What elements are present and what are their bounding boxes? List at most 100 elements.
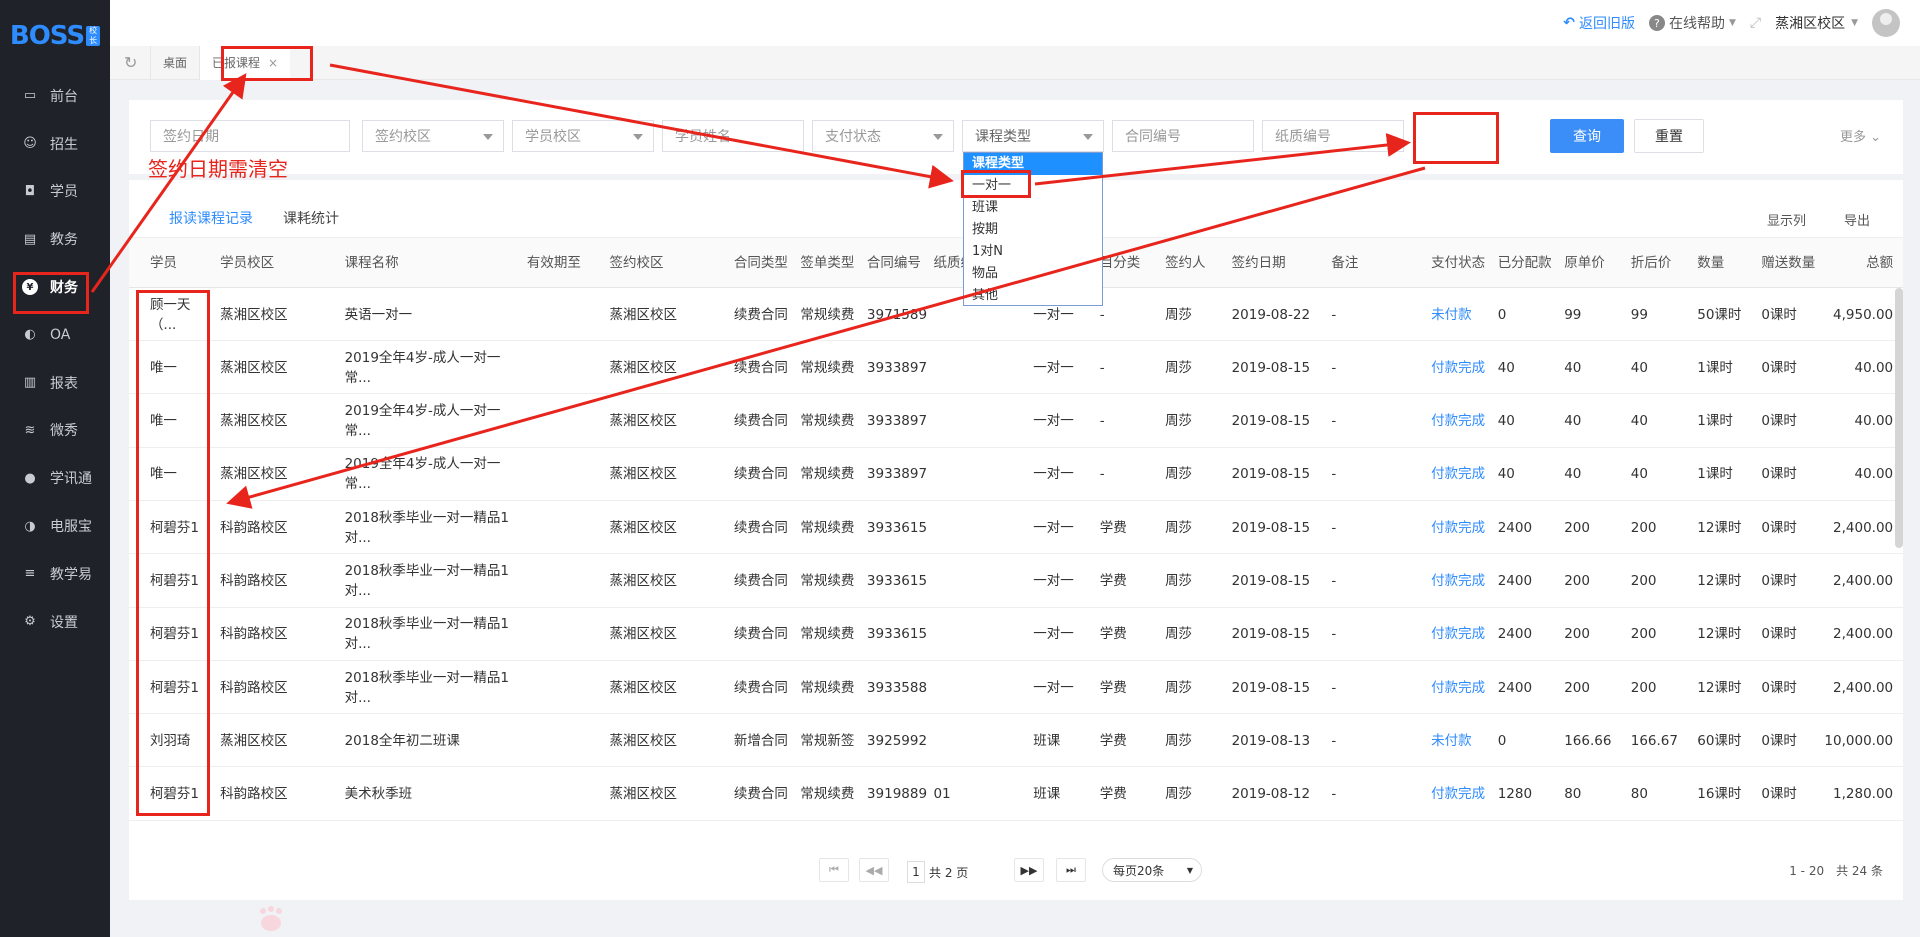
column-header[interactable]: 原单价	[1564, 238, 1626, 288]
table-row[interactable]: 唯一 蒸湘区校区 2019全年4岁-成人一对一常... 蒸湘区校区 续费合同 常规续费 39…	[129, 448, 1903, 501]
table-cell: 2019-08-15	[1231, 519, 1311, 536]
online-help-menu[interactable]: ? 在线帮助 ▼	[1648, 13, 1736, 33]
column-header[interactable]: 总额	[1829, 238, 1893, 288]
reset-button[interactable]: 重置	[1634, 119, 1704, 153]
sidebar-item-6[interactable]: ▥ 报表	[0, 359, 110, 407]
export-button[interactable]: 导出	[1844, 210, 1870, 229]
table-row[interactable]: 唯一 蒸湘区校区 2019全年4岁-成人一对一常... 蒸湘区校区 续费合同 常规续费 39…	[129, 341, 1903, 395]
column-header[interactable]: 合同类型	[734, 238, 796, 288]
tab-desktop[interactable]: 桌面	[150, 45, 199, 80]
table-row[interactable]: 柯碧芬1 科韵路校区 美术秋季班 蒸湘区校区 续费合同 常规续费 3919889 01 班课 学费…	[129, 768, 1903, 821]
table-row[interactable]: 柯碧芬1 科韵路校区 2018秋季毕业一对一精品1对... 蒸湘区校区 续费合同 常规续费…	[129, 661, 1903, 715]
sign-campus-select[interactable]: 签约校区	[362, 120, 504, 152]
table-cell: -	[1099, 466, 1105, 483]
campus-switcher[interactable]: 蒸湘区校区 ▼	[1775, 13, 1858, 33]
table-cell: 一对一	[1033, 519, 1074, 536]
more-filters-toggle[interactable]: 更多 ⌄	[1840, 126, 1881, 145]
sidebar-item-0[interactable]: ▭ 前台	[0, 72, 110, 120]
table-cell: 2019-08-15	[1231, 626, 1311, 643]
table-row[interactable]: 柯碧芬1 科韵路校区 2018秋季毕业一对一精品1对... 蒸湘区校区 续费合同 常规续费…	[129, 555, 1903, 608]
refresh-icon[interactable]: ↻	[124, 53, 150, 72]
back-to-old-version-link[interactable]: ↶ 返回旧版	[1563, 13, 1635, 33]
paper-no-input[interactable]: 纸质编号	[1262, 120, 1404, 152]
table-cell[interactable]: 未付款	[1431, 714, 1493, 767]
column-header[interactable]: 课程名称	[345, 238, 517, 288]
table-cell: 3933897	[866, 413, 928, 430]
query-button[interactable]: 查询	[1550, 119, 1624, 153]
sidebar-item-9[interactable]: ◑ 电服宝	[0, 502, 110, 550]
table-cell[interactable]: 付款完成	[1431, 608, 1493, 661]
fullscreen-icon[interactable]: ⤢	[1750, 15, 1761, 31]
sidebar-item-8[interactable]: ● 学讯通	[0, 454, 110, 502]
sidebar-item-11[interactable]: ⚙ 设置	[0, 598, 110, 646]
table-row[interactable]: 柯碧芬1 科韵路校区 2018秋季毕业一对一精品1对... 蒸湘区校区 续费合同 常规续费…	[129, 501, 1903, 555]
annotation-box-finance	[13, 272, 89, 314]
column-header[interactable]: 数量	[1697, 238, 1765, 288]
table-row[interactable]: 刘羽琦 蒸湘区校区 2018全年初二班课 蒸湘区校区 新增合同 常规新签 3925992 班课…	[129, 714, 1903, 768]
sidebar-item-1[interactable]: ☺ 招生	[0, 120, 110, 168]
sidebar-item-label: 设置	[50, 614, 78, 631]
vertical-scrollbar[interactable]	[1895, 288, 1903, 548]
dropdown-option[interactable]: 其他	[964, 285, 1102, 307]
table-cell[interactable]: 付款完成	[1431, 661, 1493, 714]
page-input[interactable]: 1	[907, 861, 925, 883]
avatar[interactable]	[1872, 9, 1900, 37]
table-cell: 班课	[1033, 732, 1061, 749]
table-cell: 常规续费	[800, 573, 855, 589]
column-header[interactable]: 备注	[1331, 238, 1393, 288]
table-cell[interactable]: 付款完成	[1431, 768, 1493, 821]
sidebar-item-label: 招生	[50, 136, 78, 153]
sidebar-item-10[interactable]: ≡ 教学易	[0, 550, 110, 598]
table-cell[interactable]: 付款完成	[1431, 448, 1493, 501]
sidebar-item-7[interactable]: ≋ 微秀	[0, 407, 110, 455]
table-row[interactable]: 柯碧芬1 科韵路校区 2018秋季毕业一对一精品1对... 蒸湘区校区 续费合同 常规续费…	[129, 608, 1903, 661]
next-page-icon[interactable]: ▶▶	[1014, 858, 1044, 882]
prev-page-icon[interactable]: ◀◀	[859, 858, 889, 882]
last-page-icon[interactable]: ⏭	[1056, 858, 1086, 882]
table-cell[interactable]: 付款完成	[1431, 555, 1493, 608]
tab-consumption-stats[interactable]: 课耗统计	[283, 208, 339, 228]
student-name-input[interactable]: 学员姓名	[662, 120, 804, 152]
dropdown-option[interactable]: 物品	[964, 263, 1102, 285]
table-cell[interactable]: 付款完成	[1431, 395, 1493, 448]
dropdown-option[interactable]: 班课	[964, 197, 1102, 219]
column-header[interactable]: 学员	[150, 238, 212, 288]
column-header[interactable]: 已分配款	[1498, 238, 1557, 288]
column-header[interactable]: 合同编号	[867, 238, 929, 288]
table-cell[interactable]: 付款完成	[1431, 501, 1493, 554]
course-type-select[interactable]: 课程类型	[962, 120, 1104, 152]
column-header[interactable]: 赠送数量	[1761, 238, 1829, 288]
column-header[interactable]: 目分类	[1100, 238, 1155, 288]
table-row[interactable]: 唯一 蒸湘区校区 2019全年4岁-成人一对一常... 蒸湘区校区 续费合同 常规续费 39…	[129, 395, 1903, 448]
dropdown-option[interactable]: 按期	[964, 219, 1102, 241]
sidebar-item-3[interactable]: ▤ 教务	[0, 215, 110, 263]
column-header[interactable]: 学员校区	[220, 238, 337, 288]
column-header[interactable]: 签约校区	[609, 238, 732, 288]
column-header[interactable]: 签单类型	[800, 238, 862, 288]
caret-down-icon: ▼	[1728, 18, 1736, 28]
table-cell[interactable]: 付款完成	[1431, 341, 1493, 394]
first-page-icon[interactable]: ⏮	[819, 858, 849, 882]
table-cell: 1280	[1497, 786, 1533, 803]
column-header[interactable]: 签约日期	[1232, 238, 1331, 288]
column-header[interactable]: 折后价	[1631, 238, 1693, 288]
table-cell: 40	[1497, 359, 1515, 376]
tab-enrollment-records[interactable]: 报读课程记录	[167, 208, 255, 243]
column-header[interactable]: 支付状态	[1431, 238, 1493, 288]
student-campus-select[interactable]: 学员校区	[512, 120, 654, 152]
sidebar-item-2[interactable]: ◘ 学员	[0, 168, 110, 216]
column-header[interactable]: 有效期至	[527, 238, 607, 288]
sidebar-item-5[interactable]: ◐ OA	[0, 311, 110, 359]
column-header[interactable]: 签约人	[1165, 238, 1227, 288]
page-size-select[interactable]: 每页20条	[1102, 858, 1202, 882]
pay-status-select[interactable]: 支付状态	[812, 120, 954, 152]
sign-date-input[interactable]: 签约日期	[150, 120, 350, 152]
table-cell: 200	[1564, 519, 1590, 536]
table-cell[interactable]: 未付款	[1431, 288, 1493, 341]
contract-no-input[interactable]: 合同编号	[1112, 120, 1254, 152]
record-summary: 1 - 20 共 24 条	[1789, 864, 1883, 878]
show-columns-button[interactable]: 显示列	[1767, 210, 1806, 229]
logo[interactable]: BOSS 校长	[0, 0, 110, 72]
dropdown-option[interactable]: 1对N	[964, 241, 1102, 263]
table-cell: 学费	[1099, 732, 1127, 749]
